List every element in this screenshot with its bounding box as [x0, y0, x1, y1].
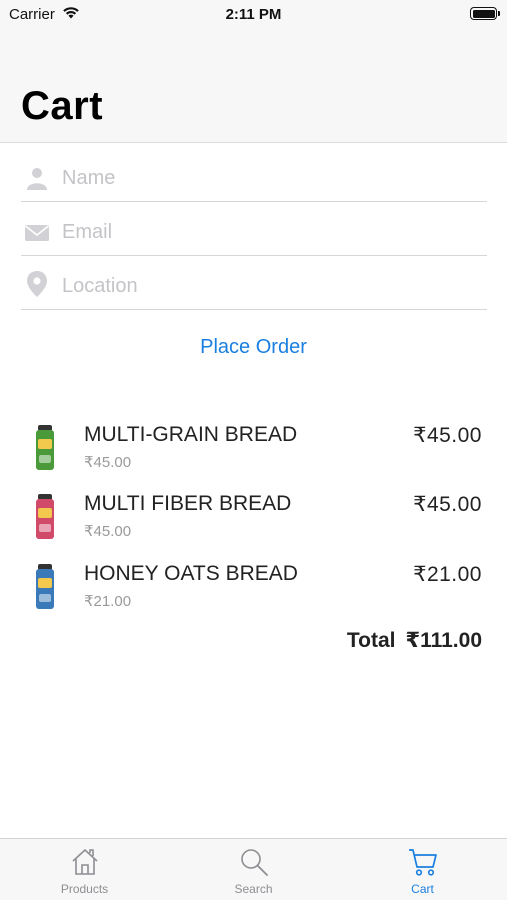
- item-unit-price: ₹21.00: [84, 593, 132, 610]
- name-input[interactable]: [62, 158, 477, 198]
- search-icon: [241, 849, 268, 876]
- location-pin-icon: [27, 271, 47, 297]
- item-unit-price: ₹45.00: [84, 454, 132, 471]
- tab-search[interactable]: Search: [169, 839, 338, 900]
- total-label: Total: [346, 629, 396, 652]
- tab-products[interactable]: Products: [0, 839, 169, 900]
- item-total-price: ₹45.00: [413, 493, 482, 516]
- pack-body: [36, 499, 54, 539]
- tab-label: Cart: [411, 882, 434, 896]
- item-total-price: ₹21.00: [413, 563, 482, 586]
- email-field-row: [21, 202, 487, 256]
- status-time: 2:11 PM: [225, 6, 282, 23]
- bread-pack-icon: [36, 425, 54, 470]
- tab-label: Products: [60, 882, 109, 896]
- cart-icon: [409, 849, 437, 876]
- bread-pack-icon: [36, 564, 54, 609]
- navigation-header: Cart: [0, 30, 507, 143]
- order-item[interactable]: MULTI FIBER BREAD ₹45.00 ₹45.00: [0, 492, 507, 552]
- pack-body: [36, 569, 54, 609]
- page-title: Cart: [21, 84, 104, 128]
- battery-icon: [470, 7, 500, 20]
- tab-label: Search: [234, 882, 273, 896]
- tab-cart[interactable]: Cart: [338, 839, 507, 900]
- envelope-icon: [25, 225, 49, 241]
- email-input[interactable]: [62, 212, 477, 252]
- order-total: Total ₹111.00: [347, 628, 482, 653]
- home-icon: [72, 849, 98, 875]
- location-input[interactable]: [62, 266, 477, 306]
- order-item[interactable]: HONEY OATS BREAD ₹21.00 ₹21.00: [0, 562, 507, 622]
- person-icon: [27, 168, 47, 190]
- tab-bar: Products Search Cart: [0, 838, 507, 900]
- item-unit-price: ₹45.00: [84, 523, 132, 540]
- pack-body: [36, 430, 54, 470]
- name-field-row: [21, 148, 487, 202]
- bread-pack-icon: [36, 494, 54, 539]
- status-bar: Carrier 2:11 PM: [0, 0, 507, 30]
- order-item[interactable]: MULTI-GRAIN BREAD ₹45.00 ₹45.00: [0, 423, 507, 483]
- place-order-button[interactable]: Place Order: [0, 336, 507, 359]
- item-total-price: ₹45.00: [413, 424, 482, 447]
- total-value: ₹111.00: [405, 629, 482, 652]
- location-field-row: [21, 256, 487, 310]
- item-name: HONEY OATS BREAD: [84, 562, 298, 585]
- item-name: MULTI FIBER BREAD: [84, 492, 292, 515]
- item-name: MULTI-GRAIN BREAD: [84, 423, 298, 446]
